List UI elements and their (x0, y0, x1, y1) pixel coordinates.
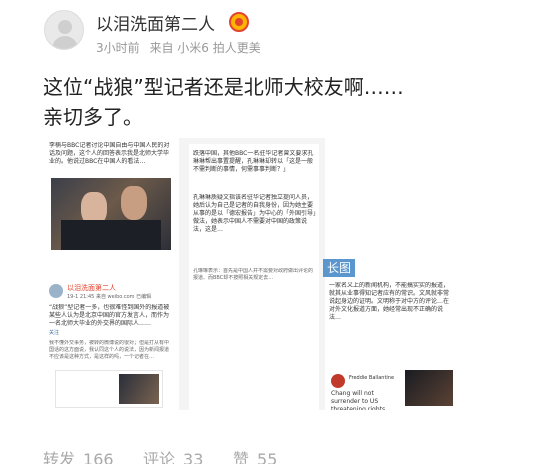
right-text-2: 孔琳琳质疑文指该名驻华记者独立提问人员，她后认为自己是记者的自我身份，因为她主要… (193, 194, 317, 233)
embedded-avatar (49, 284, 63, 298)
tweet-name: Freddie Ballantine (349, 375, 395, 381)
photo-foreground (61, 220, 161, 250)
avatar-placeholder-body (52, 36, 78, 49)
repost-count: 166 (83, 450, 114, 464)
image-right-panel: 跌落中国，其他BBC一名驻华记者曾文要求孔琳琳帮出事置提醒，孔琳琳却转以「这是一… (189, 144, 319, 410)
far-text: 一家名义上的新闻机构，不能搞实实的报道，就其从业事得知记者应有的常识。文风就非常… (329, 282, 450, 321)
image-divider (179, 138, 189, 410)
embedded-quote: “战狼”型记者一多，也很难怪到国外的报道被某些人认为是北京中国的官方发言人，而作… (49, 304, 170, 327)
user-avatar[interactable] (44, 10, 84, 50)
post-action-bar: 转发 166 评论 33 赞 55 (43, 446, 503, 464)
embedded-comment: 我不懂外交事务，被转的微博说的很对；但是打从有中国话的这方面说，我认同这个人的说… (49, 340, 170, 360)
embedded-photo (51, 178, 171, 250)
post-time[interactable]: 3小时前 (96, 41, 140, 55)
post-header: 以泪洗面第二人 3小时前 来自 小米6 拍人更美 (44, 6, 547, 58)
tweet-image (405, 370, 453, 406)
embedded-meta: 19-1 21:45 来自 weibo.com 已编辑 (67, 294, 151, 301)
embedded-time: 19-1 21:45 (67, 294, 95, 300)
embedded-username: 以泪洗面第二人 (67, 284, 116, 292)
post-text: 这位“战狼”型记者还是北师大校友啊…… 亲切多了。 (43, 72, 463, 132)
embedded-edit-label: 已编辑 (136, 294, 152, 300)
vip-badge-icon[interactable] (229, 12, 249, 32)
comment-count: 33 (183, 450, 204, 464)
weibo-post-card: 以泪洗面第二人 3小时前 来自 小米6 拍人更美 这位“战狼”型记者还是北师大校… (0, 0, 547, 464)
embedded-follow-label: 关注 (49, 330, 60, 336)
like-count: 55 (257, 450, 278, 464)
embedded-source: 来自 weibo.com (95, 294, 135, 300)
comment-button[interactable]: 评论 33 (143, 446, 203, 464)
embedded-link-card (55, 370, 163, 408)
repost-button[interactable]: 转发 166 (43, 446, 114, 464)
like-button[interactable]: 赞 55 (233, 446, 277, 464)
right-text-1: 跌落中国，其他BBC一名驻华记者曾文要求孔琳琳帮出事置提醒，孔琳琳却转以「这是一… (193, 150, 314, 173)
tweet-text: Chang will not surrender to US threateni… (331, 390, 388, 410)
avatar-placeholder-head (58, 20, 72, 34)
long-image-badge: 长图 (323, 259, 356, 277)
tweet-avatar (331, 374, 345, 388)
left-top-text: 李楠与BBC记者讨论中国自由与中国人民的对话及问题，这个人的回答表示我是北师大学… (49, 142, 170, 165)
post-meta: 3小时前 来自 小米6 拍人更美 (96, 39, 267, 56)
embedded-link-thumb (119, 374, 159, 404)
right-text-3: 孔琳琳表示：首先是中国人并不需要对政府做出评论的报道、而BBC却不按照相关规定去… (193, 268, 314, 281)
post-source[interactable]: 来自 小米6 拍人更美 (149, 41, 260, 55)
post-text-line-1: 这位“战狼”型记者还是北师大校友啊…… (43, 75, 404, 99)
repost-label: 转发 (43, 450, 76, 464)
post-image[interactable]: 李楠与BBC记者讨论中国自由与中国人民的对话及问题，这个人的回答表示我是北师大学… (43, 138, 457, 410)
username[interactable]: 以泪洗面第二人 (96, 10, 215, 35)
like-label: 赞 (233, 450, 250, 464)
post-text-line-2: 亲切多了。 (43, 105, 143, 129)
comment-label: 评论 (143, 450, 176, 464)
photo-person-2 (121, 186, 147, 220)
image-left-panel: 李楠与BBC记者讨论中国自由与中国人民的对话及问题，这个人的回答表示我是北师大学… (43, 138, 179, 410)
